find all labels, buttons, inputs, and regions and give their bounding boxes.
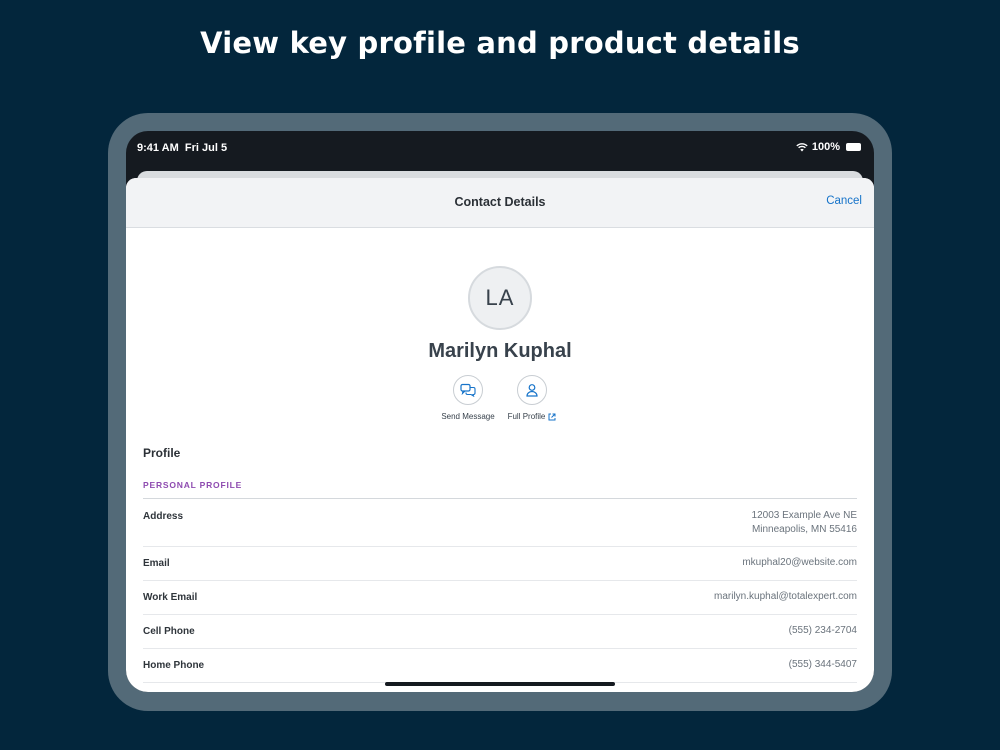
home-indicator[interactable] bbox=[385, 682, 615, 686]
battery-icon bbox=[846, 143, 861, 151]
row-value[interactable]: (555) 234-2704 bbox=[789, 624, 857, 648]
personal-profile-subsection: PERSONAL PROFILE bbox=[143, 480, 243, 490]
battery-percent: 100% bbox=[811, 141, 840, 153]
profile-rows: Address 12003 Example Ave NE Minneapolis… bbox=[143, 498, 857, 683]
row-value[interactable]: marilyn.kuphal@totalexpert.com bbox=[714, 590, 857, 614]
row-value: 12003 Example Ave NE Minneapolis, MN 554… bbox=[752, 509, 857, 546]
avatar-initials: LA bbox=[485, 285, 515, 310]
status-time-text: 9:41 AM bbox=[137, 142, 179, 154]
external-link-icon bbox=[548, 413, 556, 420]
chat-bubbles-icon bbox=[460, 383, 476, 397]
status-right: 100% bbox=[796, 141, 861, 153]
row-label: Cell Phone bbox=[143, 626, 195, 637]
row-label: Home Phone bbox=[143, 660, 205, 671]
navigation-bar: Contact Details Cancel bbox=[126, 178, 874, 228]
status-bar: 9:41 AM Fri Jul 5 100% bbox=[126, 131, 874, 165]
nav-title: Contact Details bbox=[454, 195, 546, 209]
page-headline: View key profile and product details bbox=[200, 26, 800, 60]
row-label: Address bbox=[143, 511, 184, 522]
profile-row-cell-phone: Cell Phone (555) 234-2704 bbox=[143, 615, 857, 649]
address-line-2: Minneapolis, MN 55416 bbox=[751, 524, 857, 535]
profile-section-title: Profile bbox=[143, 446, 181, 460]
row-label: Email bbox=[143, 558, 170, 569]
send-message-button[interactable] bbox=[453, 375, 483, 405]
tablet-screen: 9:41 AM Fri Jul 5 100% Contact Details C… bbox=[126, 131, 874, 692]
status-date-text: Fri Jul 5 bbox=[184, 142, 228, 154]
status-time: 9:41 AM Fri Jul 5 bbox=[137, 142, 227, 154]
full-profile-label: Full Profile bbox=[487, 412, 577, 421]
cancel-button[interactable]: Cancel bbox=[826, 195, 862, 207]
full-profile-action[interactable]: Full Profile bbox=[487, 375, 577, 421]
row-label: Work Email bbox=[143, 592, 198, 603]
row-value[interactable]: mkuphal20@website.com bbox=[742, 556, 857, 580]
wifi-icon bbox=[796, 143, 808, 152]
profile-row-work-email: Work Email marilyn.kuphal@totalexpert.co… bbox=[143, 581, 857, 615]
full-profile-text: Full Profile bbox=[507, 412, 546, 421]
address-line-1: 12003 Example Ave NE bbox=[751, 510, 857, 521]
full-profile-button[interactable] bbox=[517, 375, 547, 405]
profile-row-email: Email mkuphal20@website.com bbox=[143, 547, 857, 581]
person-icon bbox=[526, 384, 538, 397]
contact-details-sheet: Contact Details Cancel LA Marilyn Kuphal… bbox=[126, 178, 874, 692]
row-value[interactable]: (555) 344-5407 bbox=[789, 658, 857, 682]
profile-row-home-phone: Home Phone (555) 344-5407 bbox=[143, 649, 857, 683]
profile-row-address: Address 12003 Example Ave NE Minneapolis… bbox=[143, 499, 857, 547]
avatar: LA bbox=[468, 266, 532, 330]
contact-name: Marilyn Kuphal bbox=[428, 340, 572, 362]
